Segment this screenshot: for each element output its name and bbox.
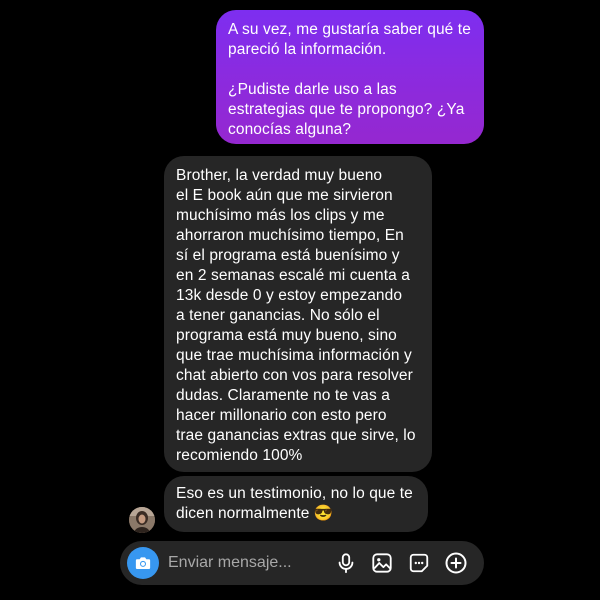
gallery-button[interactable] <box>370 551 394 575</box>
sticker-button[interactable] <box>407 551 431 575</box>
received-message-text: Brother, la verdad muy bueno el E book a… <box>176 167 416 464</box>
gallery-icon <box>372 553 392 573</box>
avatar-image <box>129 507 155 533</box>
chat-screen: A su vez, me gustaría saber qué te parec… <box>0 0 600 600</box>
message-composer <box>120 541 484 585</box>
received-message-bubble[interactable]: Eso es un testimonio, no lo que te dicen… <box>164 476 428 532</box>
microphone-button[interactable] <box>334 551 358 575</box>
message-input[interactable] <box>168 553 318 573</box>
sent-message-paragraph-1: A su vez, me gustaría saber qué te parec… <box>228 21 471 58</box>
camera-icon <box>135 557 151 569</box>
sticker-icon <box>409 553 429 573</box>
camera-button[interactable] <box>127 547 159 579</box>
sent-message-bubble[interactable]: A su vez, me gustaría saber qué te parec… <box>216 10 484 144</box>
received-message-bubble[interactable]: Brother, la verdad muy bueno el E book a… <box>164 156 432 472</box>
received-message-text: Eso es un testimonio, no lo que te dicen… <box>176 485 413 522</box>
plus-circle-icon <box>445 552 467 574</box>
sent-message-paragraph-2: ¿Pudiste darle uso a las estrategias que… <box>228 81 465 138</box>
add-button[interactable] <box>444 551 468 575</box>
avatar[interactable] <box>129 507 155 533</box>
microphone-icon <box>338 553 354 574</box>
